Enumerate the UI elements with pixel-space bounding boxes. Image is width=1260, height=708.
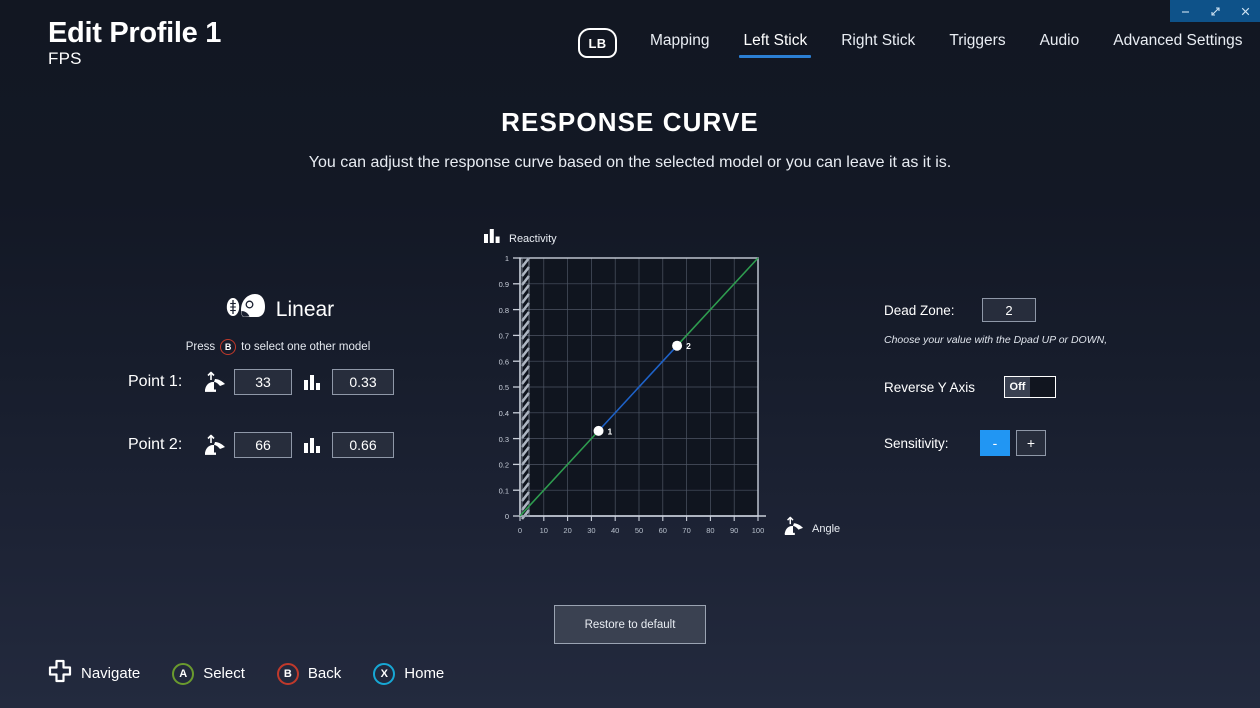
model-hint-prefix: Press (185, 341, 216, 353)
nav-tabs: Mapping Left Stick Right Stick Triggers … (633, 29, 1260, 58)
reverse-y-toggle[interactable]: Off (1004, 376, 1056, 398)
reverse-y-toggle-value: Off (1005, 377, 1030, 397)
svg-text:40: 40 (611, 526, 619, 535)
svg-text:0.2: 0.2 (499, 461, 509, 470)
svg-text:2: 2 (686, 341, 691, 351)
svg-text:0.1: 0.1 (499, 486, 509, 495)
footer-home-label: Home (404, 665, 445, 682)
model-hint: Press B to select one other model (128, 339, 428, 355)
y-axis-label-text: Reactivity (509, 232, 557, 245)
point-controls: Point 1: 33 0.33 Point 2: 66 0.66 (128, 368, 428, 494)
helmet-icon (222, 290, 266, 329)
svg-text:70: 70 (682, 526, 690, 535)
svg-text:0.9: 0.9 (499, 280, 509, 289)
b-button-icon: B (220, 339, 237, 355)
svg-text:0.6: 0.6 (499, 357, 509, 366)
model-selector[interactable]: Linear (128, 290, 428, 329)
svg-text:30: 30 (587, 526, 595, 535)
x-axis-label-text: Angle (812, 522, 841, 535)
svg-text:100: 100 (752, 526, 765, 535)
left-bumper-button[interactable]: LB (578, 28, 617, 58)
svg-text:1: 1 (505, 254, 509, 263)
dpad-icon (48, 659, 72, 688)
footer-select[interactable]: A Select (172, 662, 245, 685)
tab-right-stick[interactable]: Right Stick (824, 29, 932, 58)
bar-chart-icon (292, 373, 332, 391)
page-title: Edit Profile 1 (48, 17, 222, 49)
footer-back-label: Back (307, 665, 342, 682)
svg-text:0.8: 0.8 (499, 306, 509, 315)
point-2-reactivity-field[interactable]: 0.66 (332, 432, 394, 458)
x-axis-label: Angle (781, 516, 840, 541)
sensitivity-row: Sensitivity: - + (884, 430, 1184, 456)
reverse-y-label: Reverse Y Axis (884, 379, 976, 395)
joystick-icon (194, 434, 234, 456)
svg-text:90: 90 (730, 526, 738, 535)
point-1-row: Point 1: 33 0.33 (128, 368, 428, 396)
point-1-angle-field[interactable]: 33 (234, 369, 292, 395)
dead-zone-hint: Choose your value with the Dpad UP or DO… (884, 334, 1108, 346)
left-bumper-label: LB (588, 35, 607, 51)
footer-navigate-label: Navigate (81, 665, 141, 682)
svg-text:20: 20 (563, 526, 571, 535)
tab-audio[interactable]: Audio (1023, 29, 1097, 58)
svg-text:0: 0 (518, 526, 522, 535)
tab-triggers[interactable]: Triggers (932, 29, 1022, 58)
section-subtitle: You can adjust the response curve based … (308, 154, 952, 171)
footer-home[interactable]: X Home (373, 662, 445, 685)
point-1-reactivity-field[interactable]: 0.33 (332, 369, 394, 395)
model-name: Linear (275, 297, 335, 321)
window-controls (1170, 0, 1260, 22)
point-2-row: Point 2: 66 0.66 (128, 431, 428, 459)
minimize-icon[interactable] (1170, 0, 1200, 22)
b-button-icon: B (276, 662, 299, 685)
stick-settings-panel: Dead Zone: 2 Choose your value with the … (884, 298, 1184, 456)
profile-subtitle: FPS (48, 49, 82, 69)
bar-chart-icon (292, 436, 332, 454)
close-icon[interactable] (1230, 0, 1260, 22)
tab-advanced-settings[interactable]: Advanced Settings (1096, 29, 1259, 58)
restore-to-default-button[interactable]: Restore to default (554, 605, 706, 644)
x-button-icon: X (373, 662, 396, 685)
svg-text:1: 1 (608, 426, 613, 436)
svg-text:0.4: 0.4 (499, 409, 509, 418)
point-1-label: Point 1: (128, 373, 183, 390)
tab-left-stick[interactable]: Left Stick (726, 29, 824, 58)
svg-text:80: 80 (706, 526, 714, 535)
sensitivity-increase-button[interactable]: + (1016, 430, 1046, 456)
a-button-icon: A (172, 662, 195, 685)
svg-text:50: 50 (635, 526, 643, 535)
point-2-label: Point 2: (128, 436, 183, 453)
footer-hints: Navigate A Select B Back X Home (48, 659, 476, 688)
sensitivity-decrease-button[interactable]: - (980, 430, 1010, 456)
joystick-icon (781, 516, 805, 541)
svg-text:0.7: 0.7 (499, 332, 509, 341)
curve-model-panel: Linear Press B to select one other model… (128, 290, 428, 458)
footer-back[interactable]: B Back (276, 662, 342, 685)
tab-mapping[interactable]: Mapping (633, 29, 726, 58)
chart-plot-area[interactable]: 00.10.20.30.40.50.60.70.80.910 10 20 30 40 50… (483, 246, 783, 566)
dead-zone-row: Dead Zone: 2 (884, 298, 1184, 322)
footer-navigate[interactable]: Navigate (48, 659, 140, 688)
joystick-icon (194, 371, 234, 393)
profile-header: Edit Profile 1 FPS (48, 18, 221, 69)
main-navigation: LB Mapping Left Stick Right Stick Trigge… (578, 28, 1260, 58)
dead-zone-label: Dead Zone: (884, 302, 955, 318)
svg-text:0.5: 0.5 (499, 383, 509, 392)
model-hint-suffix: to select one other model (241, 341, 371, 353)
footer-select-label: Select (203, 665, 245, 682)
point-2-angle-field[interactable]: 66 (234, 432, 292, 458)
section-title: RESPONSE CURVE (501, 107, 759, 137)
svg-text:60: 60 (659, 526, 667, 535)
maximize-icon[interactable] (1200, 0, 1230, 22)
svg-text:10: 10 (540, 526, 548, 535)
sensitivity-label: Sensitivity: (884, 435, 949, 451)
svg-text:0.3: 0.3 (499, 435, 509, 444)
svg-text:0: 0 (505, 512, 509, 521)
reverse-y-row: Reverse Y Axis Off (884, 376, 1184, 398)
dead-zone-field[interactable]: 2 (982, 298, 1036, 322)
